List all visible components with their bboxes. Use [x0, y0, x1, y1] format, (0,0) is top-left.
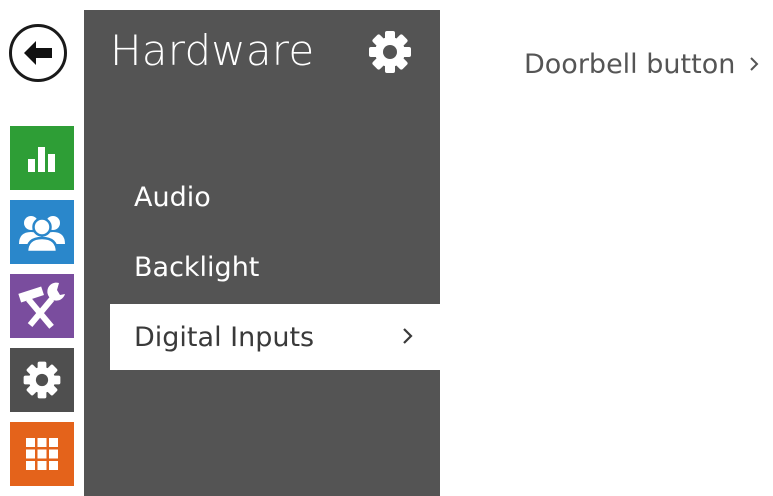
users-icon	[19, 216, 65, 254]
panel-title: Hardware	[110, 26, 315, 75]
hardware-panel: Hardware Audio Backlight Digital Inputs	[84, 10, 440, 496]
gear-icon[interactable]	[366, 28, 414, 76]
back-button[interactable]	[9, 24, 67, 82]
chevron-right-icon	[750, 57, 759, 71]
rail-item-directory[interactable]	[10, 200, 74, 264]
arrow-left-icon	[24, 41, 52, 65]
rail-item-hardware[interactable]	[10, 274, 74, 338]
tools-icon	[18, 282, 65, 329]
rail-item-services[interactable]	[10, 422, 74, 486]
gear-icon	[23, 361, 61, 399]
menu-item-audio[interactable]: Audio	[110, 164, 440, 230]
menu-item-label: Digital Inputs	[134, 321, 315, 353]
menu-item-backlight[interactable]: Backlight	[110, 234, 440, 300]
menu-item-label: Audio	[134, 181, 211, 213]
chevron-right-icon	[403, 328, 413, 344]
doorbell-button-link[interactable]: Doorbell button	[524, 42, 759, 86]
rail-item-status[interactable]	[10, 126, 74, 190]
menu-item-label: Backlight	[134, 251, 260, 283]
rail-item-system[interactable]	[10, 348, 74, 412]
bar-chart-icon	[28, 147, 55, 172]
link-label: Doorbell button	[524, 48, 736, 80]
menu-item-digital-inputs[interactable]: Digital Inputs	[110, 304, 440, 370]
grid-icon	[26, 438, 58, 470]
